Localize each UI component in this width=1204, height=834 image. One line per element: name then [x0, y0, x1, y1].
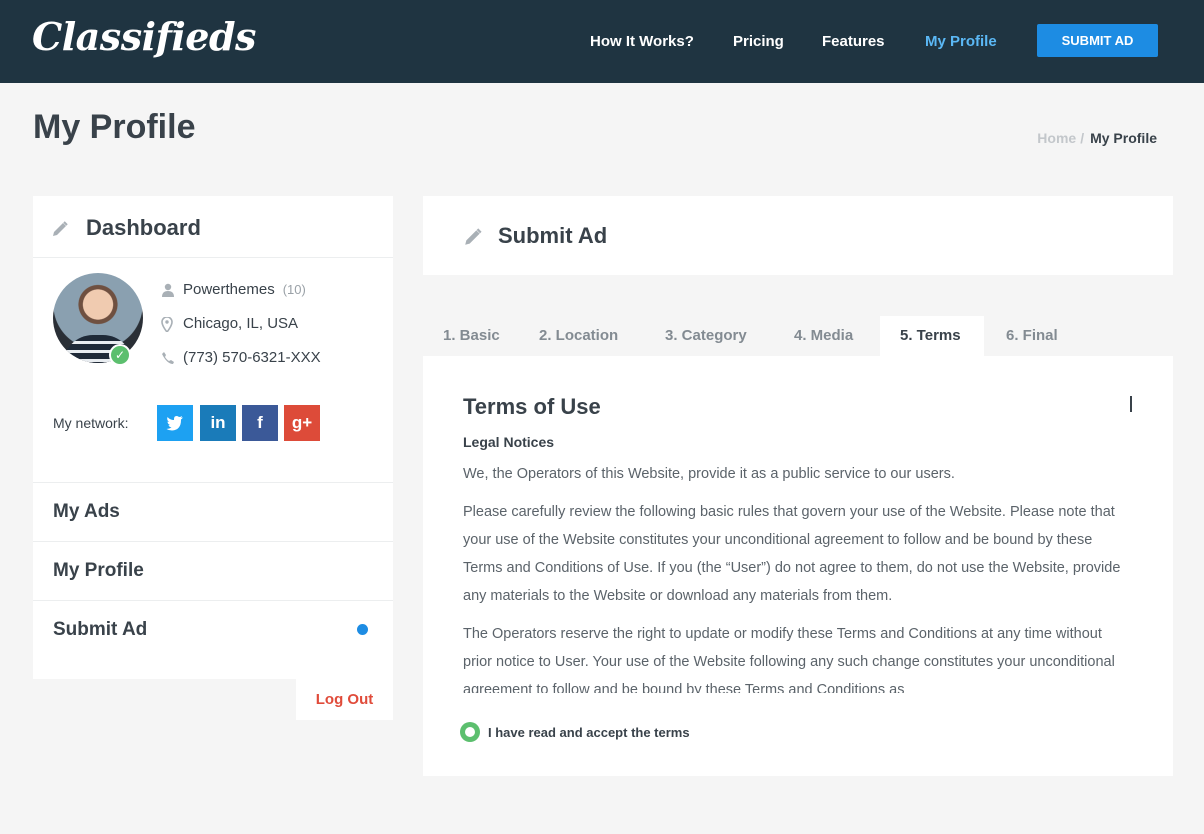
google-plus-icon: g+	[291, 413, 313, 432]
twitter-icon	[166, 416, 183, 431]
dashboard-header: Dashboard	[33, 196, 393, 258]
logout-button[interactable]: Log Out	[296, 679, 393, 720]
user-phone: (773) 570-6321-XXX	[183, 349, 321, 366]
terms-paragraph: Please carefully review the following ba…	[463, 504, 1121, 604]
accept-terms-option[interactable]: I have read and accept the terms	[460, 722, 690, 742]
pencil-icon	[51, 220, 69, 243]
user-icon	[161, 283, 175, 297]
tab-terms[interactable]: 5. Terms	[880, 316, 984, 356]
top-navbar: Classifieds How It Works? Pricing Featur…	[0, 0, 1204, 83]
sidebar-item-my-profile[interactable]: My Profile	[33, 541, 393, 600]
sidebar-item-submit-ad[interactable]: Submit Ad	[33, 600, 393, 659]
breadcrumb-current: My Profile	[1090, 130, 1157, 146]
breadcrumb-separator: /	[1080, 130, 1085, 146]
linkedin-button[interactable]: in	[200, 405, 236, 441]
user-ad-count: (10)	[282, 282, 306, 297]
pencil-icon	[463, 227, 483, 252]
submit-ad-header: Submit Ad	[423, 196, 1173, 275]
submit-ad-title: Submit Ad	[498, 223, 608, 248]
terms-paragraph: We, the Operators of this Website, provi…	[463, 466, 955, 482]
user-name[interactable]: Powerthemes	[183, 281, 275, 298]
terms-paragraph: The Operators reserve the right to updat…	[463, 626, 1115, 693]
user-location-row: Chicago, IL, USA	[161, 315, 299, 333]
nav-features[interactable]: Features	[822, 33, 885, 50]
accept-terms-radio[interactable]	[460, 722, 480, 742]
submit-ad-button[interactable]: SUBMIT AD	[1037, 24, 1158, 57]
legal-notices-heading: Legal Notices	[463, 434, 555, 450]
breadcrumb: Home / My Profile	[1037, 130, 1157, 146]
tab-category[interactable]: 3. Category	[644, 316, 774, 356]
tab-final[interactable]: 6. Final	[984, 316, 1084, 356]
facebook-button[interactable]: f	[242, 405, 278, 441]
terms-title: Terms of Use	[463, 394, 601, 419]
nav-my-profile[interactable]: My Profile	[925, 33, 997, 50]
text-cursor	[1130, 396, 1132, 412]
dashboard-sidebar: Dashboard ✓ Powerthemes (10) Chicago, IL…	[33, 196, 393, 679]
linkedin-icon: in	[210, 413, 226, 432]
phone-icon	[161, 351, 175, 365]
tab-location[interactable]: 2. Location	[518, 316, 644, 356]
tab-basic[interactable]: 1. Basic	[423, 316, 518, 356]
tab-media[interactable]: 4. Media	[774, 316, 880, 356]
verified-check-icon: ✓	[109, 344, 131, 366]
terms-panel: Terms of Use Legal Notices We, the Opera…	[423, 356, 1173, 776]
user-name-row: Powerthemes (10)	[161, 281, 306, 298]
active-indicator-dot	[357, 624, 368, 635]
terms-text-scroll[interactable]: We, the Operators of this Website, provi…	[463, 460, 1133, 693]
dashboard-title: Dashboard	[86, 215, 201, 240]
twitter-button[interactable]	[157, 405, 193, 441]
google-plus-button[interactable]: g+	[284, 405, 320, 441]
sidebar-item-my-ads[interactable]: My Ads	[33, 482, 393, 541]
network-label: My network:	[53, 415, 129, 431]
page-title: My Profile	[33, 108, 196, 146]
facebook-icon: f	[257, 413, 263, 432]
nav-pricing[interactable]: Pricing	[733, 33, 784, 50]
user-phone-row: (773) 570-6321-XXX	[161, 349, 321, 366]
breadcrumb-home[interactable]: Home	[1037, 130, 1076, 146]
sidebar-item-label: Submit Ad	[53, 619, 148, 640]
nav-how-it-works[interactable]: How It Works?	[590, 33, 694, 50]
accept-terms-label: I have read and accept the terms	[488, 724, 690, 740]
map-pin-icon	[161, 315, 175, 333]
site-logo[interactable]: Classifieds	[32, 14, 256, 59]
user-location: Chicago, IL, USA	[183, 315, 299, 332]
